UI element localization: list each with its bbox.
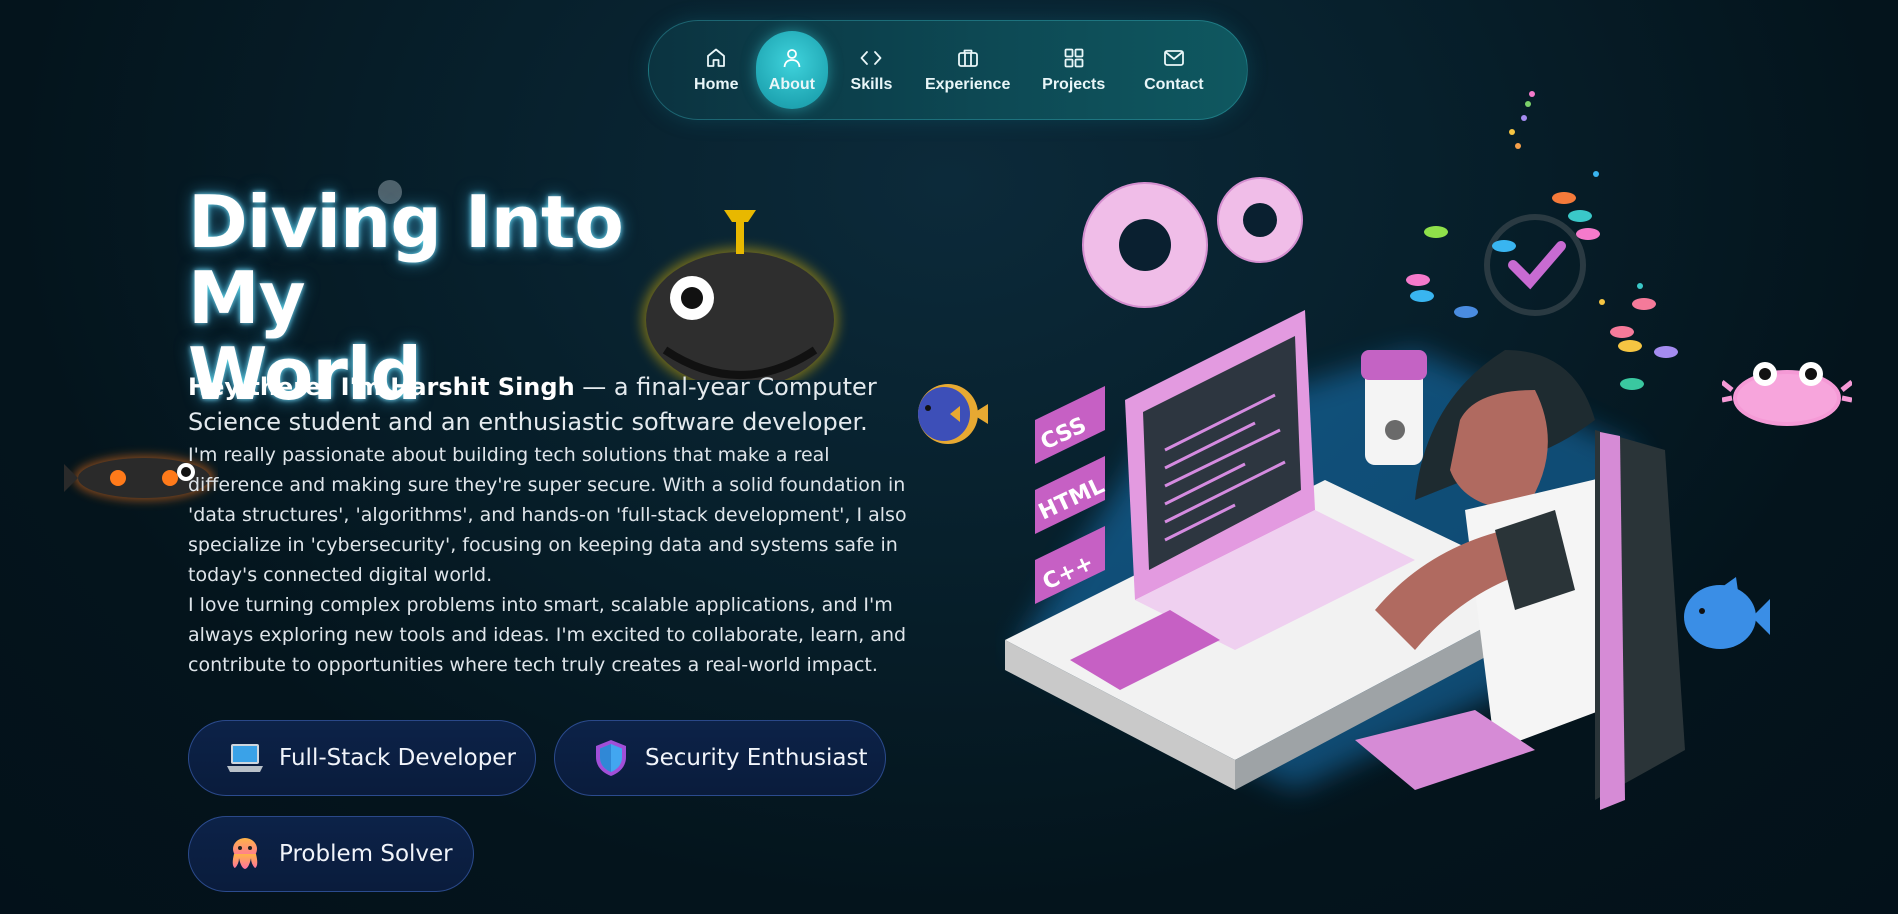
home-icon (707, 48, 726, 67)
badge-problem-solver-label: Problem Solver (279, 841, 453, 867)
nav-skills[interactable]: Skills (828, 31, 914, 109)
tang-fish-icon (918, 384, 988, 444)
badge-full-stack: Full-Stack Developer (188, 720, 536, 796)
nav-projects-label: Projects (1042, 76, 1106, 93)
nav-contact[interactable]: Contact (1127, 31, 1221, 109)
intro-name: Hey there! I'm Harshit Singh (188, 373, 575, 401)
badge-security: Security Enthusiast (554, 720, 886, 796)
about-paragraph-1: I'm really passionate about building tec… (188, 444, 907, 586)
nav-projects[interactable]: Projects (1021, 31, 1127, 109)
nav-about[interactable]: About (755, 31, 829, 109)
about-paragraph-2: I love turning complex problems into sma… (188, 594, 907, 676)
nav-home-label: Home (694, 76, 739, 93)
nav-home[interactable]: Home (677, 31, 756, 109)
user-icon (783, 49, 801, 68)
laptop-icon (225, 738, 265, 778)
main-nav: Home About Skills Experience Projects Co… (648, 20, 1248, 120)
badge-full-stack-label: Full-Stack Developer (279, 745, 516, 771)
nav-about-label: About (768, 76, 815, 93)
intro-text: Hey there! I'm Harshit Singh — a final-y… (188, 370, 888, 440)
badge-security-label: Security Enthusiast (645, 745, 868, 771)
page-title-line1: Diving Into My (188, 180, 624, 340)
tech-tags: CSS HTML C++ (1035, 386, 1108, 604)
gear-icon (1082, 177, 1303, 308)
badge-problem-solver: Problem Solver (188, 816, 474, 892)
grid-icon (1064, 48, 1084, 68)
nav-contact-label: Contact (1144, 76, 1204, 93)
nav-skills-label: Skills (850, 76, 893, 93)
shield-icon (591, 738, 631, 778)
briefcase-icon (957, 49, 978, 67)
crab-icon (1722, 362, 1852, 426)
fish-swarm-icon (1406, 91, 1678, 390)
octopus-icon (225, 834, 265, 874)
nav-experience[interactable]: Experience (915, 31, 1021, 109)
blue-fish-icon (1684, 577, 1770, 649)
nav-experience-label: Experience (924, 76, 1011, 93)
blob-creature-icon (642, 210, 838, 380)
mail-icon (1163, 50, 1184, 66)
code-icon (861, 51, 882, 65)
